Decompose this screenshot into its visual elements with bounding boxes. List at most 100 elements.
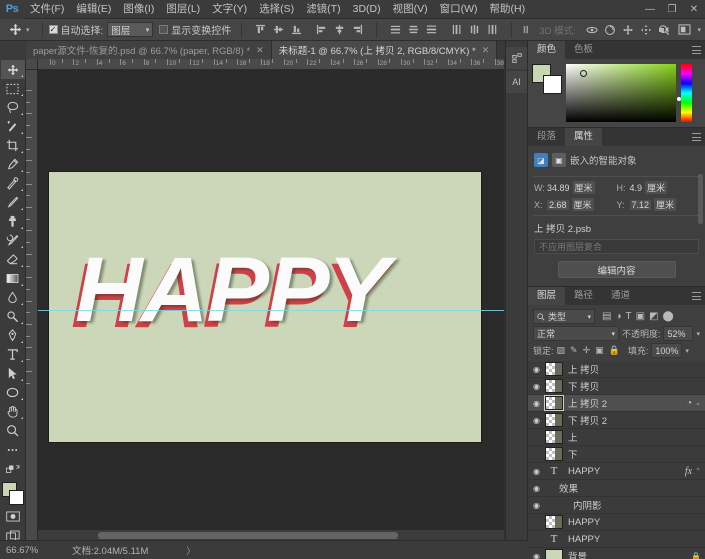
layer-visibility-icon[interactable]: ◉ [528,382,545,391]
layer-locked-icon[interactable]: 🔒 [691,552,701,559]
x-position-field[interactable]: X: 2.68 厘米 [534,198,617,211]
layer-type-thumbnail[interactable]: T [545,532,563,546]
y-position-field[interactable]: Y: 7.12 厘米 [617,198,700,211]
filter-shape-layers-icon[interactable]: ▣ [636,311,645,322]
auto-select-checkbox[interactable]: ✓ [48,25,58,34]
distribute-vertical-centers-icon[interactable] [405,21,422,38]
align-top-edges-icon[interactable] [252,21,269,38]
layer-type-thumbnail[interactable]: T [545,464,563,478]
layer-visibility-icon[interactable]: ◉ [528,467,545,476]
properties-panel-menu-icon[interactable] [692,133,701,141]
tab-paragraph[interactable]: 段落 [528,128,566,146]
menu-item-layer[interactable]: 图层(L) [160,0,206,19]
layer-name[interactable]: HAPPY [568,534,701,545]
layer-effect-label[interactable]: 效果 [545,481,701,495]
layer-comp-input[interactable]: 不应用图层复合 [534,239,699,254]
close-button[interactable]: ✕ [683,0,705,19]
layer-smart-filter-icon[interactable]: ◔ [686,398,692,409]
fill-value-field[interactable]: 100% [651,343,683,358]
layer-name[interactable]: 下 [568,447,701,461]
show-transform-checkbox[interactable]: ✓ [159,25,169,34]
roll-3d-icon[interactable] [602,21,619,38]
dodge-tool[interactable] [1,307,25,326]
zoom-tool[interactable] [1,421,25,440]
workspace-switcher-icon[interactable] [676,21,693,38]
artboard[interactable]: HAPPY HAPPY HAPPY [49,172,481,442]
document-tab-paper[interactable]: paper源文件-恢复的.psd @ 66.7% (paper, RGB/8) … [26,41,272,59]
menu-item-image[interactable]: 图像(I) [117,0,160,19]
menu-item-edit[interactable]: 编辑(E) [70,0,117,19]
layer-thumbnail[interactable] [545,549,563,559]
distribute-right-edges-icon[interactable] [484,21,501,38]
libraries-panel-icon[interactable]: AI [506,71,527,93]
filter-toggle-icon[interactable]: ⬤ [663,311,674,322]
lock-position-icon[interactable]: ✛ [583,345,591,356]
layer-effects-expand-icon[interactable]: ⌃ [695,467,701,475]
layer-row[interactable]: T HAPPY [528,531,705,548]
auto-select-scope-dropdown[interactable]: 图层 ▾ [107,22,154,37]
pan-3d-icon[interactable] [620,21,637,38]
canvas-area[interactable]: HAPPY HAPPY HAPPY [38,70,504,540]
layer-thumbnail[interactable] [545,447,563,461]
canvas-horizontal-scrollbar-thumb[interactable] [98,532,398,539]
move-tool-icon[interactable] [4,21,26,39]
filter-adjustment-layers-icon[interactable]: ◑ [615,311,621,322]
hand-tool[interactable] [1,402,25,421]
distribute-bottom-edges-icon[interactable] [423,21,440,38]
menu-item-type[interactable]: 文字(Y) [206,0,253,19]
document-tab-paper-close-icon[interactable]: ✕ [256,45,264,56]
layer-expand-icon[interactable]: ⌄ [695,399,701,407]
layer-visibility-icon[interactable]: ◉ [528,416,545,425]
fill-slider-caret-icon[interactable]: ▾ [685,347,689,355]
layer-thumbnail[interactable] [545,379,563,393]
ellipse-tool[interactable] [1,383,25,402]
layer-name[interactable]: 上 拷贝 [568,362,701,376]
layer-name[interactable]: HAPPY [568,466,685,477]
layer-name[interactable]: HAPPY [568,517,701,528]
hue-slider[interactable] [677,64,692,122]
workspace-caret-icon[interactable]: ▾ [697,26,701,34]
layer-thumbnail[interactable] [544,395,564,411]
layer-visibility-icon[interactable]: ◉ [528,484,545,493]
tab-swatches[interactable]: 色板 [565,41,603,59]
menu-item-help[interactable]: 帮助(H) [484,0,532,19]
layer-visibility-icon[interactable]: ◉ [528,399,545,408]
menu-item-3d[interactable]: 3D(D) [347,0,387,19]
rectangular-marquee-tool[interactable] [1,79,25,98]
layer-effect-label[interactable]: 内阴影 [545,498,701,512]
color-panel-background-swatch[interactable] [543,75,562,94]
path-selection-tool[interactable] [1,364,25,383]
align-left-edges-icon[interactable] [313,21,330,38]
layer-visibility-icon[interactable]: ◉ [528,365,545,374]
eyedropper-tool[interactable] [1,155,25,174]
lock-artboard-nesting-icon[interactable]: ▣ [595,345,604,356]
eraser-tool[interactable] [1,250,25,269]
align-bottom-edges-icon[interactable] [288,21,305,38]
tab-properties[interactable]: 属性 [565,128,603,146]
minimize-button[interactable]: — [639,0,661,19]
default-colors-toggle[interactable] [1,459,25,478]
type-tool[interactable] [1,345,25,364]
filter-type-layers-icon[interactable]: T [626,311,632,322]
move-tool[interactable] [0,60,25,79]
layer-visibility-icon[interactable]: ◉ [528,501,545,510]
tab-channels[interactable]: 通道 [602,287,640,305]
lock-transparent-pixels-icon[interactable]: ▨ [557,345,566,356]
hue-slider-cursor[interactable] [677,97,681,101]
blend-mode-dropdown[interactable]: 正常 ▾ [533,326,619,341]
layer-thumbnail[interactable] [545,430,563,444]
layer-row[interactable]: 下 [528,446,705,463]
quick-selection-tool[interactable] [1,117,25,136]
properties-scrollbar-thumb[interactable] [698,174,703,224]
layer-name[interactable]: 下 拷贝 2 [568,413,701,427]
color-swatches[interactable] [1,481,25,507]
orbit-3d-icon[interactable] [584,21,601,38]
history-panel-icon[interactable] [506,47,527,69]
layers-panel-menu-icon[interactable] [692,292,701,300]
pen-tool[interactable] [1,326,25,345]
filter-pixel-layers-icon[interactable]: ▤ [602,311,611,322]
tab-paths[interactable]: 路径 [565,287,603,305]
filter-smart-objects-icon[interactable]: ◩ [649,311,658,322]
blur-tool[interactable] [1,288,25,307]
layer-row[interactable]: ◉ 效果 [528,480,705,497]
